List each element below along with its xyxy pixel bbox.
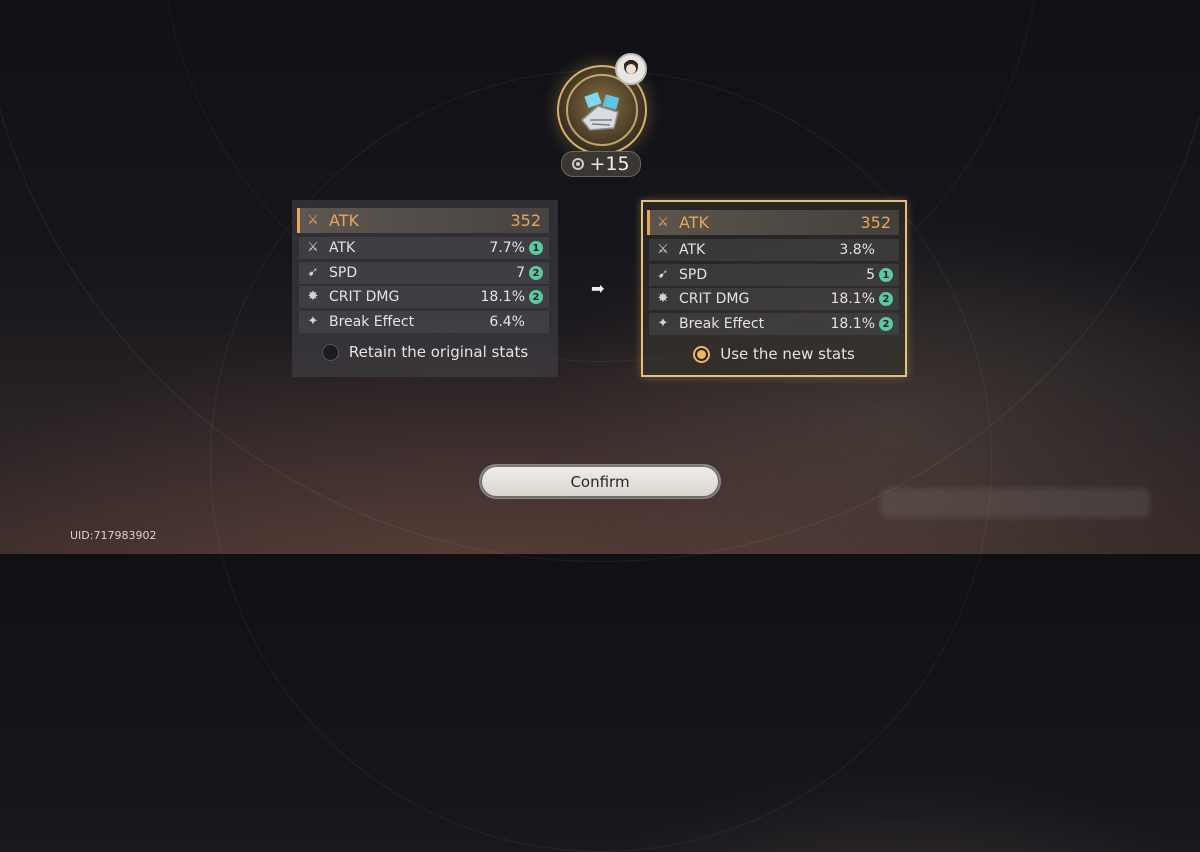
blurred-region <box>880 488 1150 518</box>
radio-button[interactable] <box>321 343 339 361</box>
sub-stat-row: ✸ CRIT DMG 18.1% 2 <box>649 288 899 310</box>
sub-stat-name: SPD <box>329 265 358 281</box>
retain-original-option[interactable]: Retain the original stats <box>292 343 558 361</box>
sub-stat-name: Break Effect <box>679 316 765 332</box>
spd-icon: ➹ <box>307 265 319 280</box>
sub-stat-row: ➹ SPD 7 2 <box>299 262 549 284</box>
break-effect-icon: ✦ <box>307 314 319 329</box>
atk-icon: ⚔ <box>657 214 669 230</box>
sub-stat-row: ⚔ ATK 7.7% 1 <box>299 237 549 259</box>
option-label: Retain the original stats <box>348 343 529 361</box>
sub-stat-value: 3.8% <box>839 242 875 258</box>
break-effect-icon: ✦ <box>657 316 669 331</box>
sub-stat-name: SPD <box>679 267 708 283</box>
background-ring <box>210 70 992 852</box>
roll-count-badge: 2 <box>529 290 543 304</box>
crit-dmg-icon: ✸ <box>307 289 319 304</box>
uid-label: UID:717983902 <box>70 529 157 542</box>
relic-level: +15 <box>589 153 630 175</box>
atk-icon: ⚔ <box>307 240 319 255</box>
sub-stat-name: CRIT DMG <box>679 291 750 307</box>
relic-level-badge: +15 <box>561 151 641 177</box>
main-stat-name: ATK <box>679 213 709 232</box>
main-stat-name: ATK <box>329 211 359 230</box>
sub-stat-row: ✦ Break Effect 6.4% <box>299 311 549 333</box>
sub-stat-row: ➹ SPD 5 1 <box>649 264 899 286</box>
sub-stat-value: 18.1% <box>480 289 525 305</box>
atk-icon: ⚔ <box>307 212 319 228</box>
sub-stat-name: Break Effect <box>329 314 415 330</box>
sub-stat-value: 7.7% <box>489 240 525 256</box>
character-avatar <box>615 53 647 85</box>
arrow-right-icon: ➡ <box>591 279 605 298</box>
main-stat-row: ⚔ ATK 352 <box>297 208 549 233</box>
atk-icon: ⚔ <box>657 242 669 257</box>
sub-stat-value: 18.1% <box>830 316 875 332</box>
use-new-option[interactable]: Use the new stats <box>643 345 905 363</box>
sub-stat-row: ✦ Break Effect 18.1% 2 <box>649 313 899 335</box>
original-stats-panel[interactable]: ⚔ ATK 352 ⚔ ATK 7.7% 1 ➹ SPD 7 2 ✸ CRIT … <box>292 200 558 377</box>
roll-count-badge: 1 <box>879 268 893 282</box>
sub-stat-name: ATK <box>679 242 706 258</box>
level-circle-icon <box>572 158 585 170</box>
roll-count-badge: 2 <box>529 266 543 280</box>
new-stats-panel[interactable]: ⚔ ATK 352 ⚔ ATK 3.8% ➹ SPD 5 1 ✸ CRIT DM… <box>641 200 907 377</box>
sub-stat-name: ATK <box>329 240 356 256</box>
roll-count-badge: 1 <box>529 241 543 255</box>
confirm-button[interactable]: Confirm <box>479 464 721 499</box>
main-stat-value: 352 <box>860 213 891 232</box>
option-label: Use the new stats <box>720 345 855 363</box>
sub-stat-value: 7 <box>516 265 525 281</box>
roll-count-badge: 2 <box>879 292 893 306</box>
sub-stat-value: 18.1% <box>830 291 875 307</box>
sub-stat-value: 6.4% <box>489 314 525 330</box>
radio-button-selected[interactable] <box>693 345 711 363</box>
sub-stat-row: ✸ CRIT DMG 18.1% 2 <box>299 286 549 308</box>
roll-count-badge: 2 <box>879 317 893 331</box>
main-stat-value: 352 <box>510 211 541 230</box>
main-stat-row: ⚔ ATK 352 <box>647 210 899 235</box>
sub-stat-row: ⚔ ATK 3.8% <box>649 239 899 261</box>
crit-dmg-icon: ✸ <box>657 291 669 306</box>
sub-stat-value: 5 <box>866 267 875 283</box>
sub-stat-name: CRIT DMG <box>329 289 400 305</box>
spd-icon: ➹ <box>657 267 669 282</box>
